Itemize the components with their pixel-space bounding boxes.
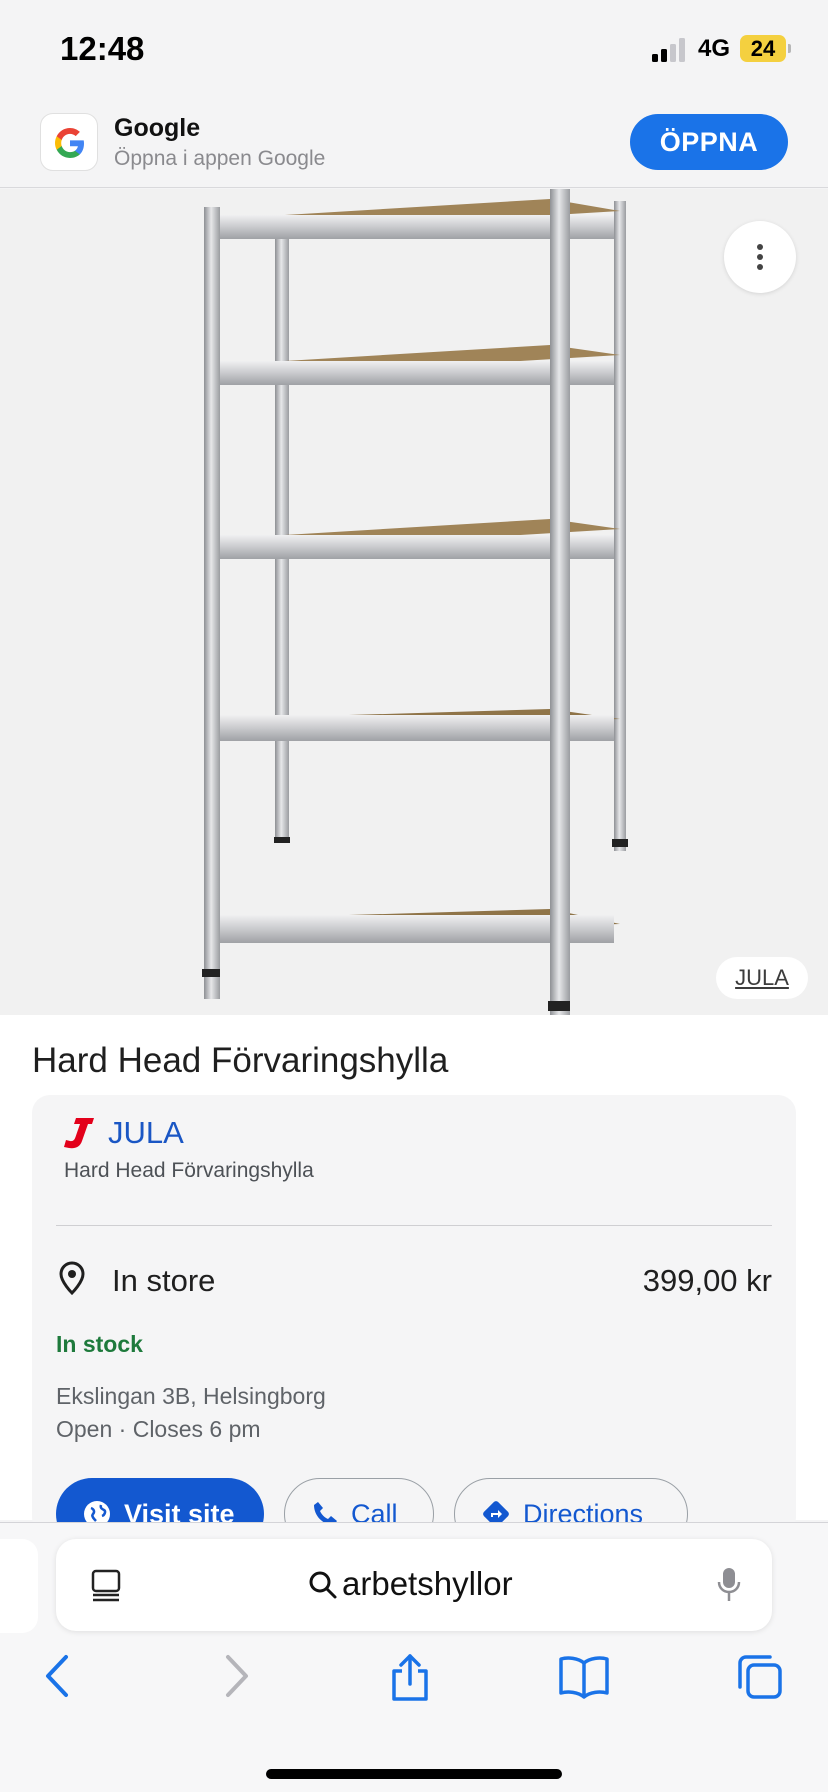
image-source-link[interactable]: JULA [716,957,808,999]
store-name-link[interactable]: JULA [108,1115,184,1151]
availability-label: In store [112,1263,216,1298]
status-bar: 12:48 4G 24 [0,0,828,100]
store-address: Ekslingan 3B, Helsingborg [56,1383,326,1409]
page-menu-icon[interactable] [90,1568,122,1602]
price: 399,00 kr [642,1263,772,1298]
product-section: Hard Head Förvaringshylla JULA Hard Head… [0,1015,828,1550]
store-hours: Open · Closes 6 pm [56,1416,261,1442]
stock-status: In stock [56,1331,143,1357]
location-pin-icon [59,1261,85,1295]
more-vert-icon[interactable] [724,221,796,293]
google-logo-icon [40,113,98,171]
share-icon[interactable] [388,1653,432,1703]
address-bar[interactable]: arbetshyllor [56,1539,772,1631]
search-icon [309,1571,337,1599]
search-query[interactable]: arbetshyllor [342,1565,513,1603]
forward-icon[interactable] [222,1653,252,1699]
store-product-name: Hard Head Förvaringshylla [64,1159,314,1182]
open-app-button[interactable]: ÖPPNA [630,114,788,170]
banner-subtitle: Öppna i appen Google [114,147,326,170]
divider [56,1225,772,1226]
battery-indicator: 24 [740,35,786,62]
app-banner: Google Öppna i appen Google ÖPPNA [0,100,828,188]
store-card[interactable]: JULA Hard Head Förvaringshylla In store … [32,1095,796,1550]
clock: 12:48 [60,30,145,67]
bookmarks-icon[interactable] [558,1653,610,1699]
signal-icon [652,38,685,62]
back-icon[interactable] [42,1653,72,1699]
browser-toolbar: arbetshyllor [0,1522,828,1792]
jula-logo-icon [64,1118,94,1149]
home-indicator[interactable] [266,1769,562,1779]
microphone-icon[interactable] [716,1566,742,1604]
product-title: Hard Head Förvaringshylla [32,1041,449,1080]
banner-title: Google [114,114,201,142]
battery-tip [788,44,791,53]
shelf-product-image [202,189,628,1015]
previous-tab-preview[interactable] [0,1539,38,1633]
tabs-icon[interactable] [736,1653,784,1701]
network-label: 4G [698,35,731,62]
product-image-area[interactable]: JULA [0,189,828,1015]
